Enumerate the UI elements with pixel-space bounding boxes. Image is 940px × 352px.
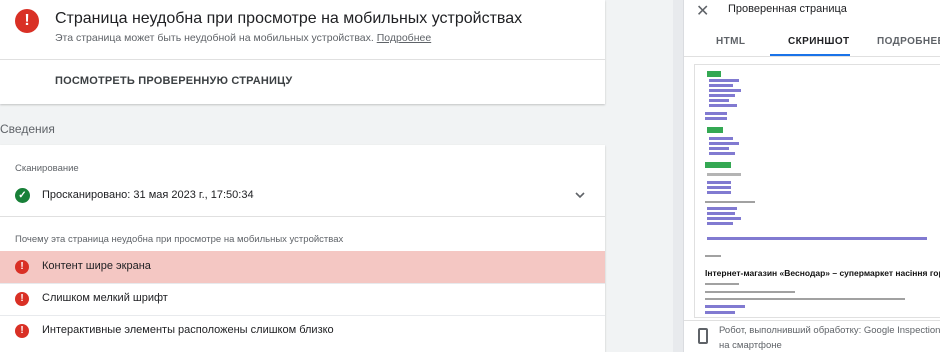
screenshot-line	[709, 104, 737, 107]
error-icon: !	[15, 260, 29, 274]
summary-subtitle-text: Эта страница может быть неудобной на моб…	[55, 32, 374, 44]
issues-label: Почему эта страница неудобна при просмот…	[15, 234, 344, 245]
screenshot-line	[705, 112, 727, 115]
panel-tabs: HTML СКРИНШОТ ПОДРОБНЕЕ	[684, 28, 940, 56]
screenshot-heading: Інтернет-магазин «Веснодар» – супермарке…	[705, 268, 940, 278]
issue-text: Интерактивные элементы расположены слишк…	[42, 324, 334, 336]
screenshot-line	[709, 152, 735, 155]
issue-row[interactable]: ! Контент шире экрана	[0, 251, 605, 283]
screenshot-line	[705, 283, 739, 285]
screenshot-line	[707, 212, 735, 215]
crawler-line: Робот, выполнивший обработку: Google Ins…	[719, 325, 940, 336]
screenshot-line	[707, 191, 731, 194]
summary-title: Страница неудобна при просмотре на мобил…	[55, 10, 523, 27]
screenshot-line	[707, 186, 731, 189]
screenshot-line	[707, 207, 737, 210]
screenshot-line	[709, 99, 729, 102]
divider	[684, 56, 940, 57]
screenshot-line	[705, 201, 755, 203]
screenshot-line	[705, 291, 795, 293]
screenshot-line	[707, 237, 927, 240]
crawler-line: на смартфоне	[719, 340, 782, 351]
tab-screenshot[interactable]: СКРИНШОТ	[788, 36, 850, 47]
phone-icon	[698, 328, 708, 344]
divider	[0, 59, 605, 60]
screenshot-line	[707, 173, 741, 176]
logo-mark	[707, 127, 723, 133]
screenshot-line	[705, 255, 721, 257]
screenshot-line	[705, 117, 727, 120]
more-link[interactable]: Подробнее	[377, 32, 431, 44]
error-icon: !	[15, 324, 29, 338]
panel-title: Проверенная страница	[728, 3, 847, 15]
screenshot-line	[705, 305, 745, 308]
tab-more-info[interactable]: ПОДРОБНЕЕ	[877, 36, 940, 47]
issue-text: Слишком мелкий шрифт	[42, 292, 168, 304]
screenshot-line	[705, 311, 735, 314]
tab-html[interactable]: HTML	[716, 36, 745, 47]
screenshot-line	[707, 181, 731, 184]
crawl-value: Просканировано: 31 мая 2023 г., 17:50:34	[42, 189, 254, 201]
close-icon[interactable]: ✕	[696, 1, 709, 21]
logo-mark	[705, 162, 731, 168]
logo-mark	[707, 71, 721, 77]
summary-subtitle: Эта страница может быть неудобной на моб…	[55, 32, 431, 44]
divider	[0, 216, 605, 217]
screenshot-line	[707, 217, 741, 220]
mobile-usability-report: ! Страница неудобна при просмотре на моб…	[0, 0, 940, 352]
view-tested-page-button[interactable]: ПОСМОТРЕТЬ ПРОВЕРЕННУЮ СТРАНИЦУ	[55, 75, 292, 87]
screenshot-line	[705, 298, 905, 300]
issue-text: Контент шире экрана	[42, 260, 151, 272]
scrollbar[interactable]	[673, 0, 683, 352]
crawler-info: Робот, выполнивший обработку: Google Ins…	[684, 320, 940, 352]
page-screenshot: Інтернет-магазин «Веснодар» – супермарке…	[694, 64, 940, 318]
details-section-label: Сведения	[0, 122, 55, 136]
error-icon: !	[15, 292, 29, 306]
screenshot-line	[709, 94, 735, 97]
crawl-label: Сканирование	[15, 163, 79, 174]
screenshot-line	[709, 137, 733, 140]
screenshot-line	[707, 222, 733, 225]
screenshot-line	[709, 84, 733, 87]
summary-card: ! Страница неудобна при просмотре на моб…	[0, 0, 605, 104]
details-card: Сканирование ✓ Просканировано: 31 мая 20…	[0, 145, 605, 352]
screenshot-line	[709, 79, 739, 82]
screenshot-line	[709, 142, 739, 145]
issue-row[interactable]: ! Интерактивные элементы расположены сли…	[0, 315, 605, 347]
screenshot-line	[709, 89, 741, 92]
check-icon: ✓	[15, 188, 30, 203]
chevron-down-icon[interactable]	[574, 189, 586, 201]
screenshot-line	[709, 147, 729, 150]
issue-row[interactable]: ! Слишком мелкий шрифт	[0, 283, 605, 315]
error-icon: !	[15, 9, 39, 33]
tested-page-panel: ✕ Проверенная страница HTML СКРИНШОТ ПОД…	[683, 0, 940, 352]
